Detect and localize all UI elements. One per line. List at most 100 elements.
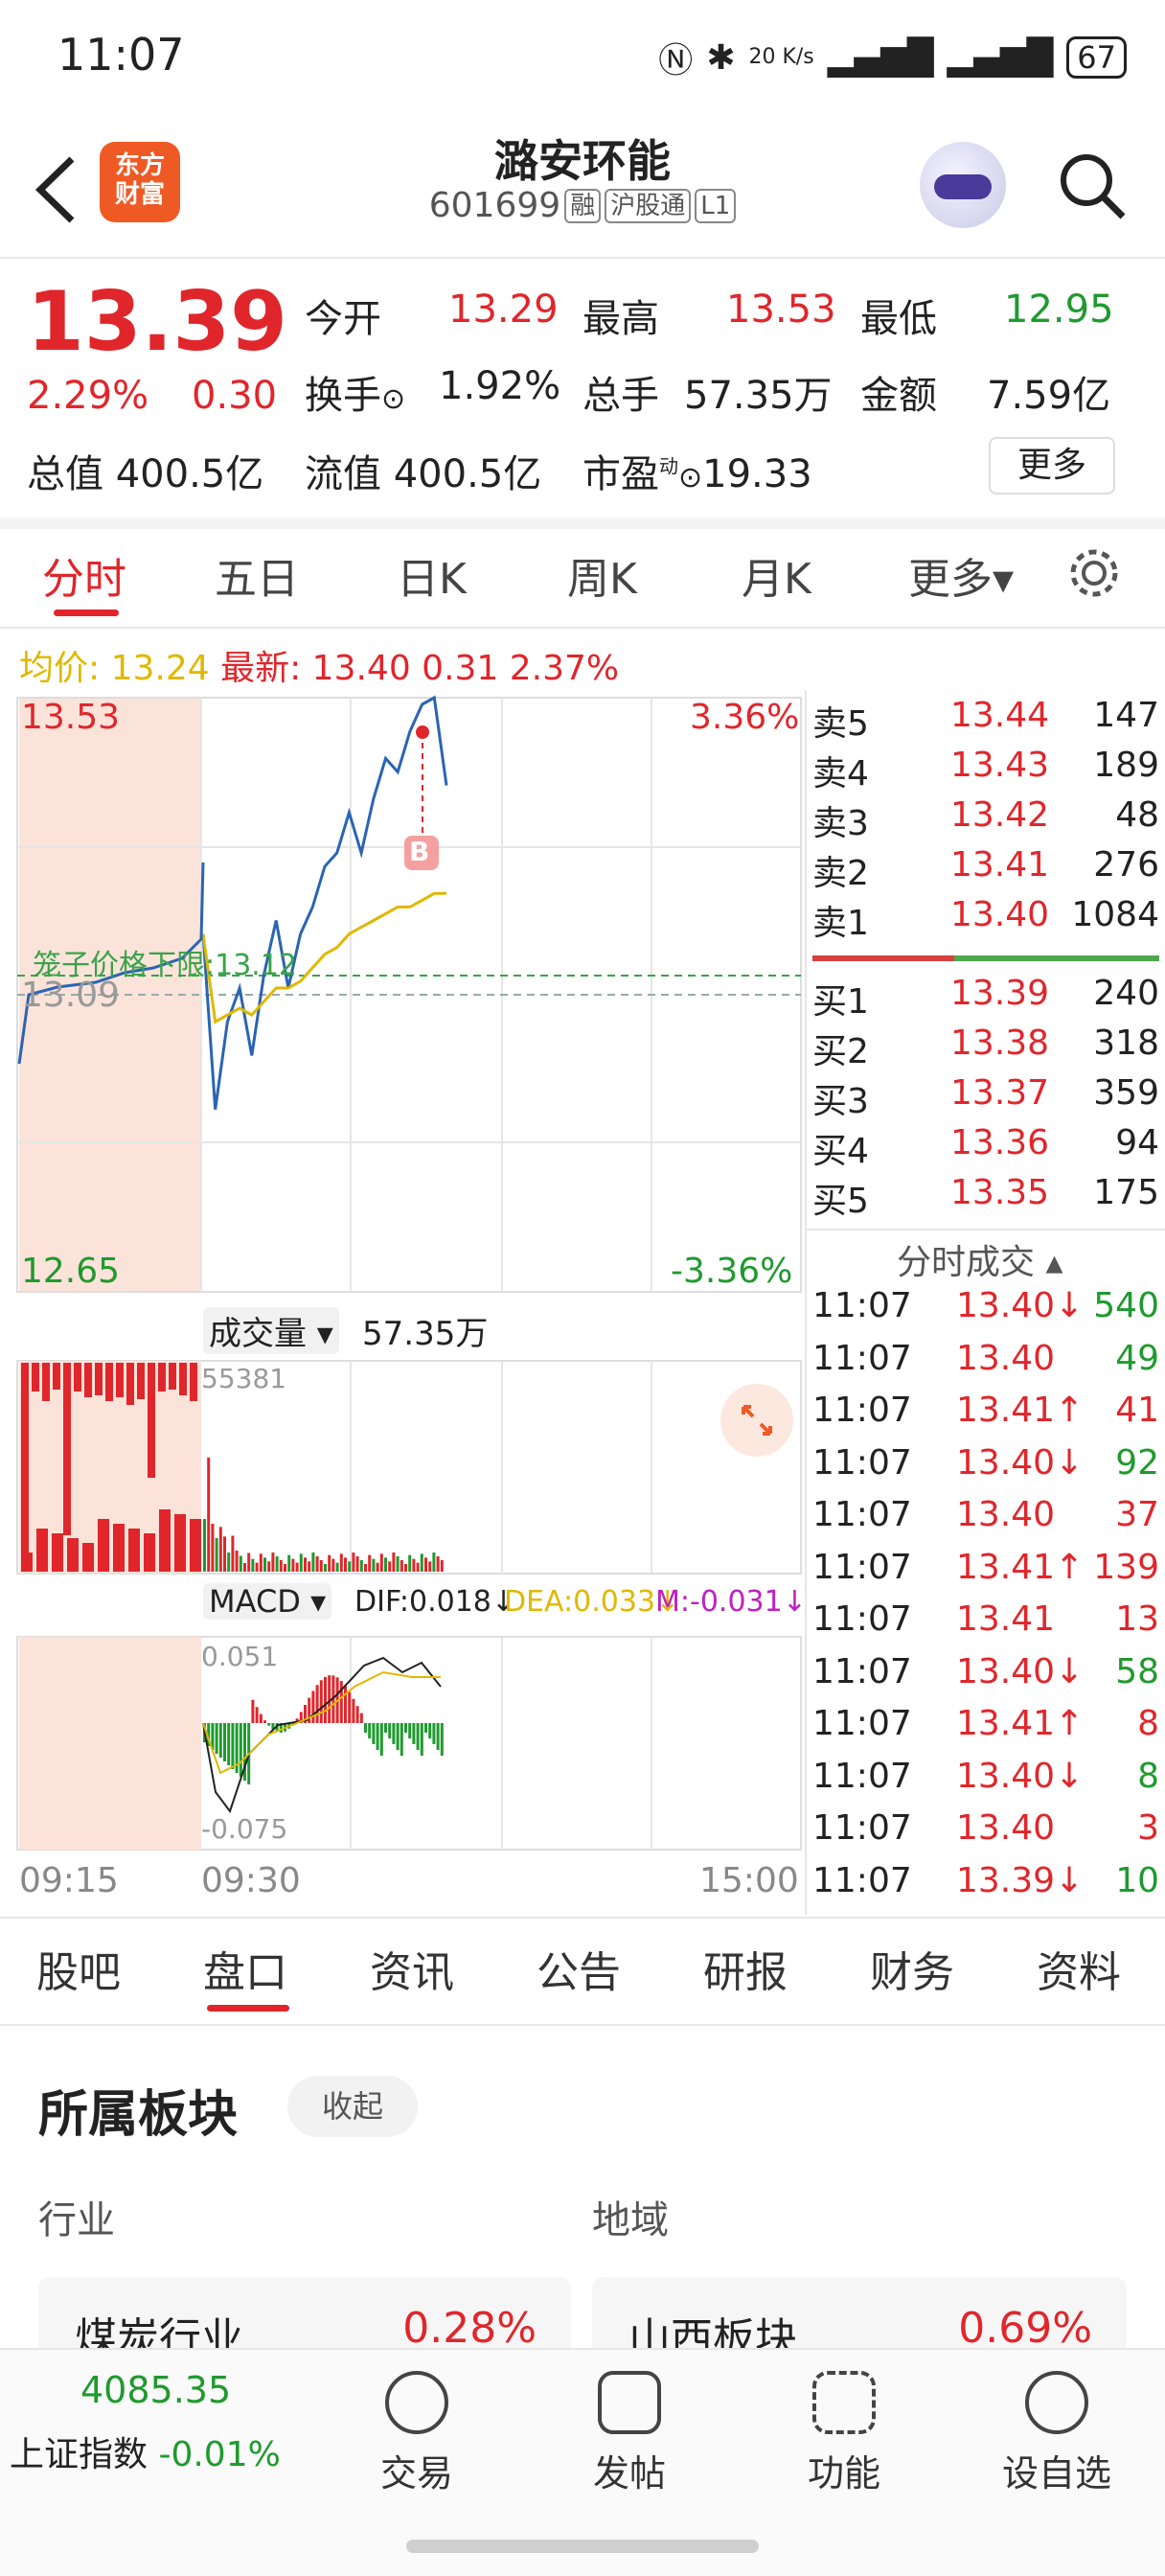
tick-row: 11:07 13.40 37 [812, 1495, 1159, 1545]
tick-price: 13.39↓ [956, 1860, 1085, 1900]
tab-more[interactable]: 更多▾ [908, 544, 1014, 606]
detail-tab-3[interactable]: 公告 [537, 1938, 621, 1999]
tick-volume: 58 [1115, 1651, 1159, 1691]
volume-bar [404, 1564, 407, 1572]
bid-row[interactable]: 买2 13.38 318 [812, 1024, 1159, 1073]
volume-bar [295, 1562, 299, 1572]
ask-volume: 48 [1115, 795, 1159, 835]
search-icon[interactable] [1058, 151, 1127, 220]
tab-five-day[interactable]: 五日 [215, 544, 299, 606]
volume-bar [159, 1509, 171, 1572]
volume-bar [21, 1363, 29, 1554]
bid-price: 13.36 [950, 1123, 1050, 1162]
total-mv-label: 总值 [27, 452, 103, 496]
macd-bar [412, 1723, 416, 1744]
detail-tab-5[interactable]: 财务 [870, 1938, 954, 1999]
macd-dea: DEA:0.033↓ [504, 1585, 680, 1619]
volume-selector[interactable]: 成交量 ▾ [203, 1307, 339, 1354]
volume-bar [287, 1554, 291, 1572]
volume-bar [179, 1363, 187, 1395]
settings-gear-icon[interactable] [1065, 544, 1123, 602]
ask-price: 13.41 [950, 845, 1050, 885]
tab-month-k[interactable]: 月K [742, 544, 811, 606]
bid-row[interactable]: 买4 13.36 94 [812, 1123, 1159, 1173]
tick-row: 11:07 13.40↓ 58 [812, 1652, 1159, 1702]
nav-post[interactable]: 发帖 [558, 2371, 701, 2496]
detail-tab-0[interactable]: 股吧 [36, 1938, 121, 1999]
volume-bar [223, 1536, 226, 1572]
nav-watchlist[interactable]: 设自选 [985, 2371, 1129, 2496]
collapse-button[interactable]: 收起 [287, 2076, 418, 2137]
macd-bar [355, 1706, 359, 1723]
volume-bar [116, 1363, 124, 1397]
volume-bar [379, 1553, 383, 1572]
detail-tab-2[interactable]: 资讯 [370, 1938, 454, 1999]
macd-selector[interactable]: MACD ▾ [203, 1583, 332, 1620]
tab-day-k[interactable]: 日K [397, 544, 467, 606]
ask-volume: 189 [1093, 746, 1159, 785]
volume-bar [376, 1562, 379, 1572]
volume-bar [348, 1561, 352, 1572]
volume-bar [344, 1557, 347, 1572]
nav-functions[interactable]: 功能 [772, 2371, 916, 2496]
ask-row[interactable]: 卖5 13.44 147 [812, 696, 1159, 746]
index-label: 上证指数 [10, 2435, 148, 2474]
volume-bar [440, 1560, 444, 1572]
open-value: 13.29 [448, 288, 559, 332]
ask-row[interactable]: 卖2 13.41 276 [812, 845, 1159, 895]
volume-bar [126, 1363, 134, 1405]
pe-sup: 动 [659, 454, 678, 478]
volume-bar [304, 1557, 307, 1572]
ask-row[interactable]: 卖1 13.40 1084 [812, 895, 1159, 945]
tick-price: 13.40↓ [956, 1442, 1085, 1483]
ask-row[interactable]: 卖4 13.43 189 [812, 746, 1159, 795]
home-indicator[interactable] [406, 2540, 759, 2553]
bid-price: 13.38 [950, 1024, 1050, 1063]
ask-price: 13.40 [950, 895, 1050, 934]
tick-volume: 8 [1137, 1756, 1159, 1796]
volume-bar [384, 1557, 387, 1572]
volume-bar [352, 1552, 355, 1572]
volume-bar [227, 1552, 231, 1572]
pe-info-icon[interactable]: ⊙ [678, 461, 702, 494]
volume-bar [400, 1560, 403, 1572]
detail-tab-6[interactable]: 资料 [1037, 1938, 1121, 1999]
bid-row[interactable]: 买5 13.35 175 [812, 1173, 1159, 1223]
expand-icon[interactable] [720, 1384, 793, 1457]
macd-bar [420, 1723, 423, 1756]
assistant-robot-icon[interactable] [920, 142, 1006, 228]
tick-time: 11:07 [812, 1442, 912, 1483]
tick-row: 11:07 13.40↓ 92 [812, 1443, 1159, 1493]
intraday-chart[interactable] [0, 690, 805, 1917]
index-value[interactable]: 4085.35 [80, 2369, 231, 2411]
macd-bar [416, 1723, 420, 1750]
bid-row[interactable]: 买1 13.39 240 [812, 974, 1159, 1024]
index-row[interactable]: 上证指数 -0.01% [10, 2426, 281, 2476]
nav-trade[interactable]: 交易 [345, 2371, 489, 2496]
bid-row[interactable]: 买3 13.37 359 [812, 1073, 1159, 1123]
tick-price: 13.41 [956, 1599, 1056, 1639]
macd-bar [432, 1723, 436, 1744]
yuan-exchange-icon [385, 2371, 448, 2434]
ask-row[interactable]: 卖3 13.42 48 [812, 795, 1159, 845]
detail-tab-1[interactable]: 盘口 [203, 1938, 287, 1999]
tick-price: 13.41↑ [956, 1547, 1085, 1587]
volume-bar [368, 1554, 372, 1572]
high-label: 最高 [582, 297, 659, 341]
more-button[interactable]: 更多 [989, 437, 1115, 494]
tab-intraday[interactable]: 分时 [42, 544, 126, 606]
nav-post-label: 发帖 [592, 2452, 666, 2495]
bid-price: 13.35 [950, 1173, 1050, 1212]
volume-bar [207, 1457, 211, 1572]
volume-bar [308, 1561, 311, 1572]
more-dots-icon [1025, 2371, 1088, 2434]
tag-level: L1 [695, 189, 737, 223]
tab-week-k[interactable]: 周K [567, 544, 637, 606]
volume-bar [424, 1557, 427, 1572]
info-icon[interactable]: ⊙ [381, 382, 405, 416]
volume-bar [355, 1556, 359, 1572]
ticks-title[interactable]: 分时成交 ▴ [897, 1234, 1063, 1284]
time-open: 09:30 [201, 1861, 301, 1900]
detail-tab-4[interactable]: 研报 [703, 1938, 788, 1999]
macd-bar [344, 1686, 347, 1723]
